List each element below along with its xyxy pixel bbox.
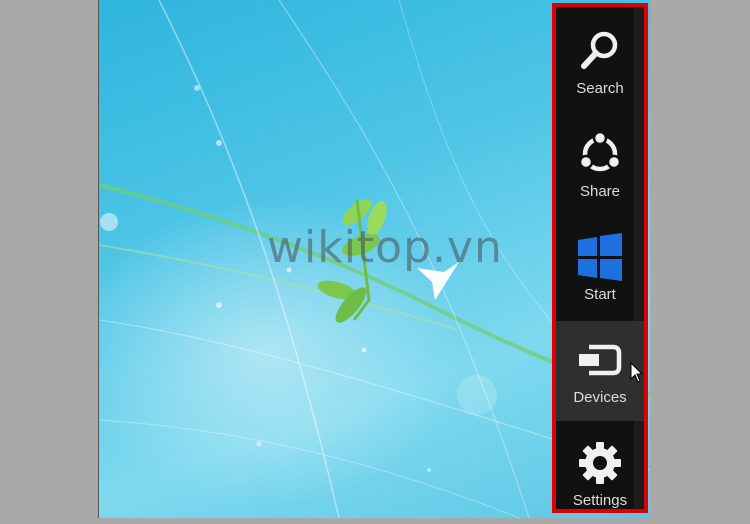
charm-label: Share [579, 183, 621, 200]
gear-icon [556, 438, 644, 488]
charms-bar: Search Share Start Devices Settings [552, 3, 648, 513]
charm-label: Settings [572, 492, 628, 509]
watermark-text: wikitop.vn [267, 222, 503, 273]
charm-start[interactable]: Start [556, 218, 644, 318]
windows-logo-icon [556, 232, 644, 282]
mouse-cursor-icon [630, 362, 644, 383]
charm-label: Search [576, 80, 624, 97]
charm-settings[interactable]: Settings [556, 424, 644, 524]
charm-label: Devices [573, 389, 627, 406]
charm-share[interactable]: Share [556, 115, 644, 215]
share-icon [556, 129, 644, 179]
charm-search[interactable]: Search [556, 12, 644, 112]
search-icon [556, 26, 644, 76]
charm-label: Start [584, 286, 616, 303]
